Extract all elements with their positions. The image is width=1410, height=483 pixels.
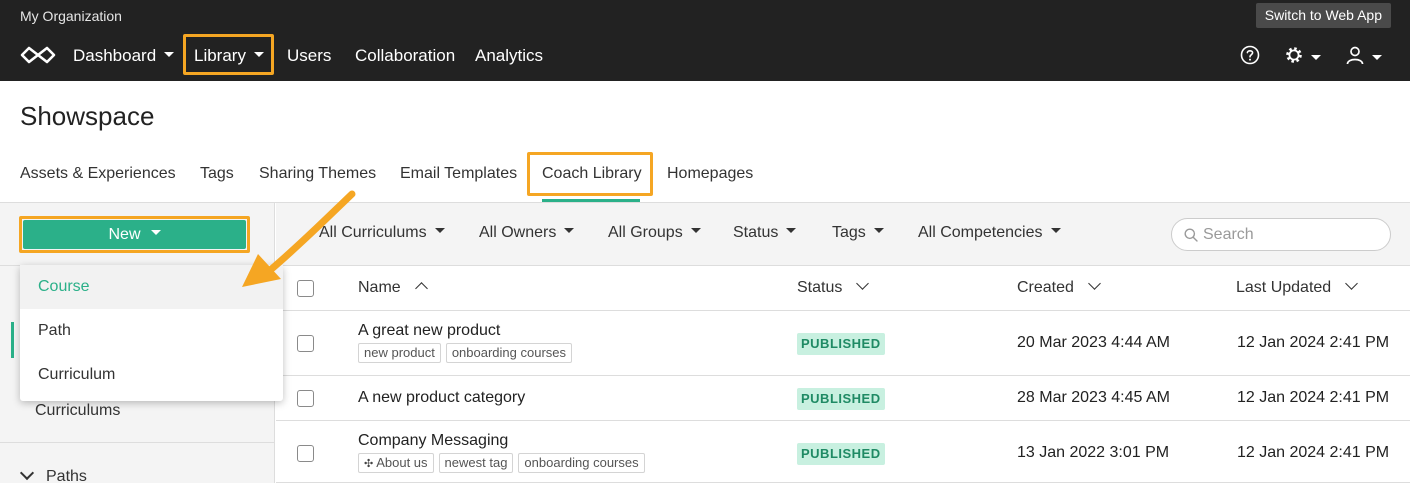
row-name-link[interactable]: A great new product: [358, 322, 500, 340]
filter-status[interactable]: Status: [733, 224, 797, 242]
nav-dashboard[interactable]: Dashboard: [73, 42, 175, 70]
last-updated-date: 12 Jan 2024 2:41 PM: [1237, 334, 1390, 351]
column-label: Last Updated: [1236, 279, 1332, 296]
organization-name: My Organization: [20, 8, 122, 24]
caret-down-icon: [1372, 55, 1382, 60]
nav-analytics[interactable]: Analytics: [475, 42, 543, 70]
nav-users[interactable]: Users: [287, 42, 331, 70]
column-header-status[interactable]: Status: [797, 277, 870, 297]
select-all-checkbox[interactable]: [297, 280, 314, 297]
filter-curriculums[interactable]: All Curriculums: [319, 224, 445, 242]
column-header-last-updated[interactable]: Last Updated: [1236, 277, 1359, 297]
search-icon: [1184, 228, 1198, 242]
caret-down-icon: [564, 228, 575, 234]
filter-groups[interactable]: All Groups: [608, 224, 701, 242]
row-tags: new product onboarding courses: [358, 343, 573, 363]
sort-ascending-icon: [414, 282, 428, 295]
caret-down-icon: [1311, 55, 1321, 60]
menu-item-curriculum[interactable]: Curriculum: [20, 353, 283, 397]
row-checkbox[interactable]: [297, 390, 314, 407]
last-updated-date: 12 Jan 2024 2:41 PM: [1237, 389, 1390, 406]
menu-item-path[interactable]: Path: [20, 309, 283, 353]
sidebar-section-paths[interactable]: Paths: [19, 465, 87, 483]
column-header-name[interactable]: Name: [358, 279, 428, 297]
tab-homepages[interactable]: Homepages: [667, 165, 753, 183]
tag-group-icon: ✣: [364, 458, 374, 470]
settings-menu[interactable]: [1284, 45, 1324, 65]
tag[interactable]: ✣ About us: [358, 453, 434, 473]
new-dropdown-menu: Course Path Curriculum: [20, 265, 283, 401]
tab-sharing-themes[interactable]: Sharing Themes: [259, 165, 376, 183]
created-date: 20 Mar 2023 4:44 AM: [1017, 334, 1170, 351]
menu-item-course[interactable]: Course: [20, 265, 283, 309]
divider: [0, 442, 275, 443]
user-icon: [1346, 46, 1364, 65]
filter-tags[interactable]: Tags: [832, 224, 884, 242]
search-input[interactable]: Search: [1171, 218, 1391, 251]
filter-label: All Owners: [479, 224, 557, 241]
chevron-down-icon: [1345, 277, 1359, 290]
chevron-down-icon: [1088, 277, 1101, 290]
row-checkbox[interactable]: [297, 445, 314, 462]
caret-down-icon: [434, 228, 445, 234]
last-updated-date: 12 Jan 2024 2:41 PM: [1237, 444, 1390, 461]
caret-down-icon: [1050, 228, 1061, 234]
created-date: 28 Mar 2023 4:45 AM: [1017, 389, 1170, 406]
row-tags: ✣ About us newest tag onboarding courses: [358, 453, 645, 473]
tag[interactable]: new product: [358, 343, 441, 363]
sidebar-section-label: Paths: [46, 468, 87, 483]
caret-down-icon: [150, 230, 161, 236]
filter-label: Status: [733, 224, 779, 241]
tab-tags[interactable]: Tags: [200, 165, 234, 183]
active-sidebar-marker: [11, 322, 14, 358]
filter-label: Tags: [832, 224, 866, 241]
filter-competencies[interactable]: All Competencies: [918, 224, 1061, 242]
gear-icon: [1286, 47, 1302, 63]
tag[interactable]: onboarding courses: [518, 453, 645, 473]
row-name-link[interactable]: Company Messaging: [358, 432, 508, 450]
column-label: Created: [1017, 279, 1074, 296]
row-checkbox[interactable]: [297, 335, 314, 352]
user-menu[interactable]: [1345, 45, 1385, 65]
tag-label: About us: [376, 455, 428, 470]
nav-collaboration[interactable]: Collaboration: [355, 42, 455, 70]
nav-dashboard-label: Dashboard: [73, 46, 157, 65]
caret-down-icon: [164, 52, 175, 58]
caret-down-icon: [873, 228, 884, 234]
tab-assets-experiences[interactable]: Assets & Experiences: [20, 165, 176, 183]
column-label: Name: [358, 279, 401, 296]
filter-label: All Competencies: [918, 224, 1043, 241]
coach-library-highlight-box: [527, 152, 653, 196]
page-title: Showspace: [20, 101, 155, 131]
filter-label: All Curriculums: [319, 224, 427, 241]
library-highlight-box: [183, 34, 274, 75]
help-circle-icon[interactable]: [1240, 45, 1260, 65]
caret-down-icon: [786, 228, 797, 234]
filter-label: All Groups: [608, 224, 683, 241]
caret-down-icon: [690, 228, 701, 234]
infinity-logo-icon[interactable]: [20, 44, 56, 66]
created-date: 13 Jan 2022 3:01 PM: [1017, 444, 1170, 461]
row-name-link[interactable]: A new product category: [358, 389, 525, 407]
new-button-label: New: [108, 226, 141, 243]
status-badge: PUBLISHED: [797, 443, 885, 465]
chevron-down-icon: [856, 277, 870, 290]
tab-email-templates[interactable]: Email Templates: [400, 165, 517, 183]
column-header-created[interactable]: Created: [1017, 277, 1101, 297]
tag[interactable]: newest tag: [438, 453, 514, 473]
search-placeholder: Search: [1203, 226, 1254, 243]
new-button[interactable]: New: [23, 220, 246, 249]
status-badge: PUBLISHED: [797, 388, 885, 410]
chevron-down-icon: [19, 465, 35, 481]
tag[interactable]: onboarding courses: [445, 343, 573, 363]
sidebar-item-curriculums[interactable]: Curriculums: [35, 402, 120, 420]
column-label: Status: [797, 279, 843, 296]
switch-to-web-app-button[interactable]: Switch to Web App: [1255, 3, 1391, 28]
filter-owners[interactable]: All Owners: [479, 224, 575, 242]
status-badge: PUBLISHED: [797, 333, 885, 355]
